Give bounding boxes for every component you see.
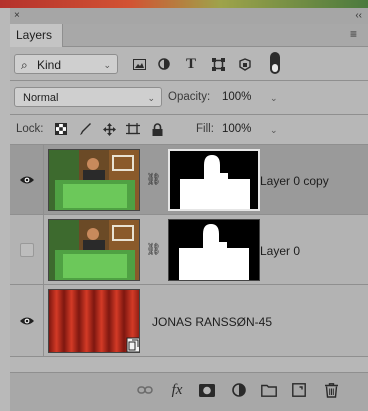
divider <box>10 80 368 81</box>
eye-icon <box>20 317 34 325</box>
opacity-label: Opacity: <box>168 91 211 103</box>
adjustment-filter-icon[interactable] <box>155 55 173 73</box>
layers-bottom-toolbar <box>10 372 368 411</box>
layer-name[interactable]: Layer 0 copy <box>260 173 329 189</box>
search-icon: ⌕ <box>21 58 28 72</box>
filter-kind-label: Kind <box>37 58 62 72</box>
layer-row-layer-0-copy[interactable]: ⛓ Layer 0 copy <box>10 145 368 215</box>
panel-menu-icon[interactable]: ≡ <box>350 27 357 41</box>
chevron-down-icon: ⌄ <box>147 93 155 103</box>
link-layers-icon[interactable] <box>134 379 156 401</box>
fill-label: Fill: <box>196 123 214 135</box>
smart-object-filter-icon[interactable] <box>236 55 254 73</box>
close-panel-icon[interactable]: × <box>14 8 20 24</box>
shape-filter-icon[interactable] <box>209 55 227 73</box>
new-layer-icon[interactable] <box>288 379 310 401</box>
tab-layers[interactable]: Layers <box>10 24 63 47</box>
layer-thumbnail <box>48 219 140 281</box>
opacity-chevron-icon[interactable]: ⌄ <box>270 90 278 106</box>
layer-name[interactable]: JONAS RANSSØN-45 <box>152 314 272 330</box>
image-filter-icon[interactable] <box>130 55 148 73</box>
visibility-toggle[interactable] <box>10 215 44 285</box>
lock-position-icon[interactable] <box>100 120 118 138</box>
delete-layer-icon[interactable] <box>320 379 342 401</box>
lock-image-pixels-icon[interactable] <box>76 120 94 138</box>
new-adjustment-layer-icon[interactable] <box>228 379 250 401</box>
layer-thumbnail <box>48 289 140 353</box>
mask-link-icon[interactable]: ⛓ <box>146 242 161 256</box>
mask-link-icon[interactable]: ⛓ <box>146 172 161 186</box>
layer-thumbnail <box>48 149 140 211</box>
fill-chevron-icon[interactable]: ⌄ <box>270 122 278 138</box>
layer-effects-icon[interactable]: fx <box>166 379 188 401</box>
divider <box>10 114 368 115</box>
layer-name[interactable]: Layer 0 <box>260 243 300 259</box>
lock-transparent-pixels-icon[interactable] <box>52 120 70 138</box>
panel-tab-row <box>10 24 368 47</box>
add-mask-icon[interactable] <box>196 379 218 401</box>
panel-title-bar: × ‹‹ <box>10 8 368 24</box>
layer-mask-thumbnail[interactable] <box>168 149 260 211</box>
lock-artboard-icon[interactable] <box>124 120 142 138</box>
blend-mode-value: Normal <box>23 92 59 104</box>
visibility-toggle[interactable] <box>10 285 44 357</box>
type-filter-icon[interactable]: T <box>182 55 200 73</box>
window-top-strip <box>0 0 368 8</box>
collapse-panel-icon[interactable]: ‹‹ <box>355 8 362 24</box>
layer-row-jonas-ranssen[interactable]: JONAS RANSSØN-45 <box>10 285 368 357</box>
layer-row-layer-0[interactable]: ⛓ Layer 0 <box>10 215 368 285</box>
filter-toggle-icon[interactable] <box>270 52 280 74</box>
opacity-value[interactable]: 100% <box>222 89 251 105</box>
blend-mode-dropdown[interactable]: Normal ⌄ <box>14 87 162 107</box>
eye-icon <box>20 176 34 184</box>
new-group-icon[interactable] <box>258 379 280 401</box>
fill-value[interactable]: 100% <box>222 121 251 137</box>
layer-mask-thumbnail[interactable] <box>168 219 260 281</box>
visibility-toggle[interactable] <box>10 145 44 215</box>
filter-kind-dropdown[interactable]: ⌕ Kind ⌄ <box>14 54 118 74</box>
lock-all-icon[interactable] <box>148 120 166 138</box>
chevron-down-icon: ⌄ <box>103 60 111 70</box>
hidden-visibility-box <box>20 243 34 257</box>
lock-label: Lock: <box>16 123 44 135</box>
